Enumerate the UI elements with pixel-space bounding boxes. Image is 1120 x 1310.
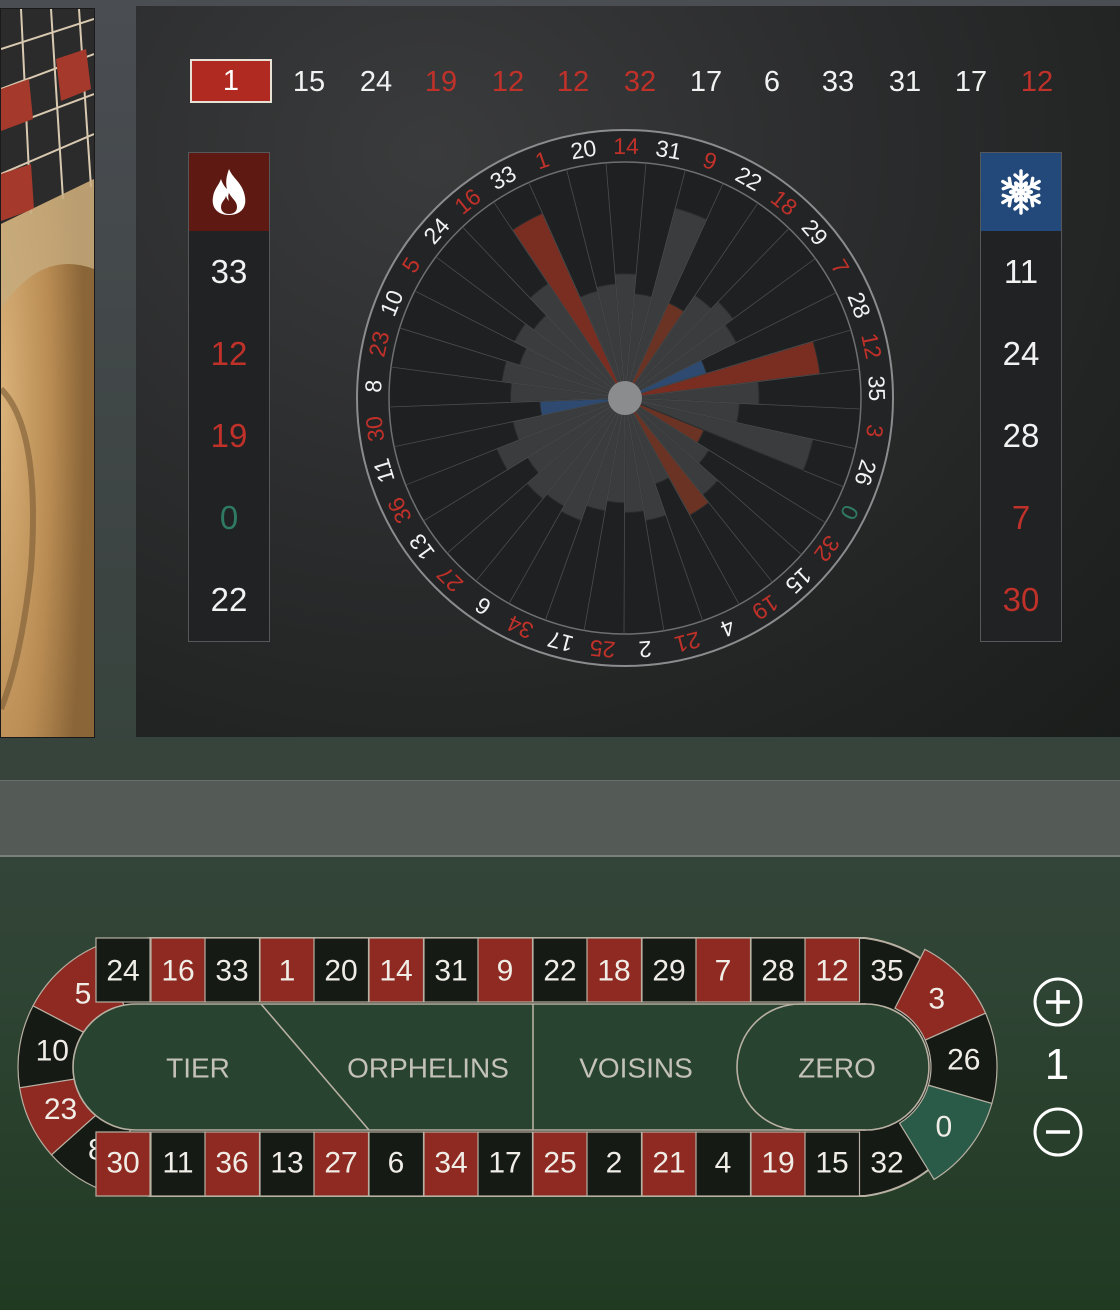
svg-text:21: 21 — [652, 1147, 685, 1180]
racetrack-number[interactable]: 24 — [95, 937, 151, 1003]
racetrack-number[interactable]: 25 — [532, 1131, 589, 1197]
svg-text:0: 0 — [935, 1110, 952, 1143]
racetrack-number[interactable]: 15 — [804, 1131, 861, 1197]
section-voisins-button[interactable]: VOISINS — [579, 1053, 693, 1084]
svg-text:16: 16 — [161, 955, 194, 988]
racetrack-number[interactable]: 31 — [423, 937, 480, 1003]
svg-text:25: 25 — [543, 1147, 576, 1180]
racetrack-number[interactable]: 35 — [870, 955, 903, 988]
section-tier-button[interactable]: TIER — [166, 1053, 230, 1084]
svg-text:28: 28 — [761, 955, 794, 988]
svg-text:12: 12 — [815, 955, 848, 988]
wheel-number: 31 — [654, 135, 684, 165]
section-zero-button[interactable]: ZERO — [798, 1053, 876, 1084]
racetrack-number[interactable]: 4 — [695, 1131, 752, 1197]
svg-text:17: 17 — [488, 1147, 521, 1180]
svg-text:24: 24 — [106, 955, 139, 988]
neighbours-count: 1 — [1044, 1040, 1070, 1089]
svg-text:29: 29 — [652, 955, 685, 988]
svg-text:11: 11 — [162, 1147, 193, 1180]
svg-text:5: 5 — [75, 978, 92, 1011]
racetrack-number[interactable]: 33 — [204, 937, 261, 1003]
svg-text:19: 19 — [761, 1147, 794, 1180]
svg-text:3: 3 — [928, 982, 945, 1015]
wheel-number: 35 — [863, 375, 890, 402]
racetrack-number[interactable]: 22 — [532, 937, 589, 1003]
svg-text:7: 7 — [715, 955, 732, 988]
racetrack-number[interactable]: 27 — [313, 1131, 370, 1197]
racetrack-number[interactable]: 28 — [750, 937, 807, 1003]
svg-text:2: 2 — [606, 1147, 623, 1180]
racetrack-number[interactable]: 1 — [259, 937, 316, 1003]
wheel-hub — [608, 381, 642, 415]
svg-text:20: 20 — [324, 955, 357, 988]
racetrack-number[interactable]: 11 — [150, 1131, 207, 1197]
racetrack-number[interactable]: 34 — [423, 1131, 480, 1197]
increase-neighbours-button[interactable] — [1032, 976, 1084, 1028]
racetrack-number[interactable]: 17 — [477, 1131, 534, 1197]
racetrack-number[interactable]: 18 — [586, 937, 643, 1003]
svg-text:34: 34 — [434, 1147, 467, 1180]
wheel-number: 12 — [856, 331, 887, 361]
svg-text:9: 9 — [497, 955, 514, 988]
svg-text:31: 31 — [434, 955, 467, 988]
svg-text:18: 18 — [597, 955, 630, 988]
wheel-number: 8 — [360, 379, 387, 393]
wheel-number: 30 — [360, 415, 389, 444]
minus-icon — [1033, 1107, 1083, 1157]
wheel-number: 2 — [638, 636, 653, 663]
svg-text:32: 32 — [870, 1147, 903, 1180]
plus-icon — [1033, 977, 1083, 1027]
wheel-number: 23 — [363, 329, 394, 360]
racetrack-number[interactable]: 13 — [259, 1131, 316, 1197]
racetrack-betting-area[interactable]: 5102383260241633120143192218297281235301… — [0, 930, 1010, 1210]
svg-text:35: 35 — [870, 955, 903, 988]
svg-text:33: 33 — [215, 955, 248, 988]
svg-text:14: 14 — [379, 955, 412, 988]
svg-text:36: 36 — [215, 1147, 248, 1180]
racetrack-number[interactable]: 29 — [641, 937, 698, 1003]
section-orphelins-button[interactable]: ORPHELINS — [347, 1053, 509, 1084]
racetrack-number[interactable]: 2 — [586, 1131, 643, 1197]
svg-text:4: 4 — [715, 1147, 732, 1180]
frequency-wheel: 0321519421225173462713361130823105241633… — [356, 129, 894, 667]
racetrack-number[interactable]: 6 — [368, 1131, 425, 1197]
svg-text:6: 6 — [388, 1147, 405, 1180]
svg-text:30: 30 — [106, 1147, 139, 1180]
svg-text:23: 23 — [44, 1093, 77, 1126]
racetrack-number[interactable]: 36 — [204, 1131, 261, 1197]
racetrack-number[interactable]: 30 — [95, 1131, 151, 1197]
svg-text:15: 15 — [815, 1147, 848, 1180]
wheel-number: 14 — [613, 133, 639, 159]
racetrack-number[interactable]: 12 — [804, 937, 861, 1003]
racetrack-number[interactable]: 9 — [477, 937, 534, 1003]
svg-text:22: 22 — [543, 955, 576, 988]
racetrack-number[interactable]: 32 — [870, 1147, 903, 1180]
svg-text:13: 13 — [270, 1147, 303, 1180]
svg-text:27: 27 — [324, 1147, 357, 1180]
racetrack-number[interactable]: 16 — [150, 937, 207, 1003]
wheel-number: 20 — [569, 135, 599, 165]
racetrack-number[interactable]: 7 — [695, 937, 752, 1003]
decrease-neighbours-button[interactable] — [1032, 1106, 1084, 1158]
racetrack-number[interactable]: 21 — [641, 1131, 698, 1197]
svg-text:26: 26 — [947, 1044, 980, 1077]
wheel-number: 25 — [589, 635, 617, 663]
racetrack-number[interactable]: 14 — [368, 937, 425, 1003]
svg-text:10: 10 — [36, 1035, 69, 1068]
racetrack-number[interactable]: 19 — [750, 1131, 807, 1197]
control-strip — [0, 780, 1120, 857]
svg-text:1: 1 — [279, 955, 296, 988]
racetrack-number[interactable]: 20 — [313, 937, 370, 1003]
